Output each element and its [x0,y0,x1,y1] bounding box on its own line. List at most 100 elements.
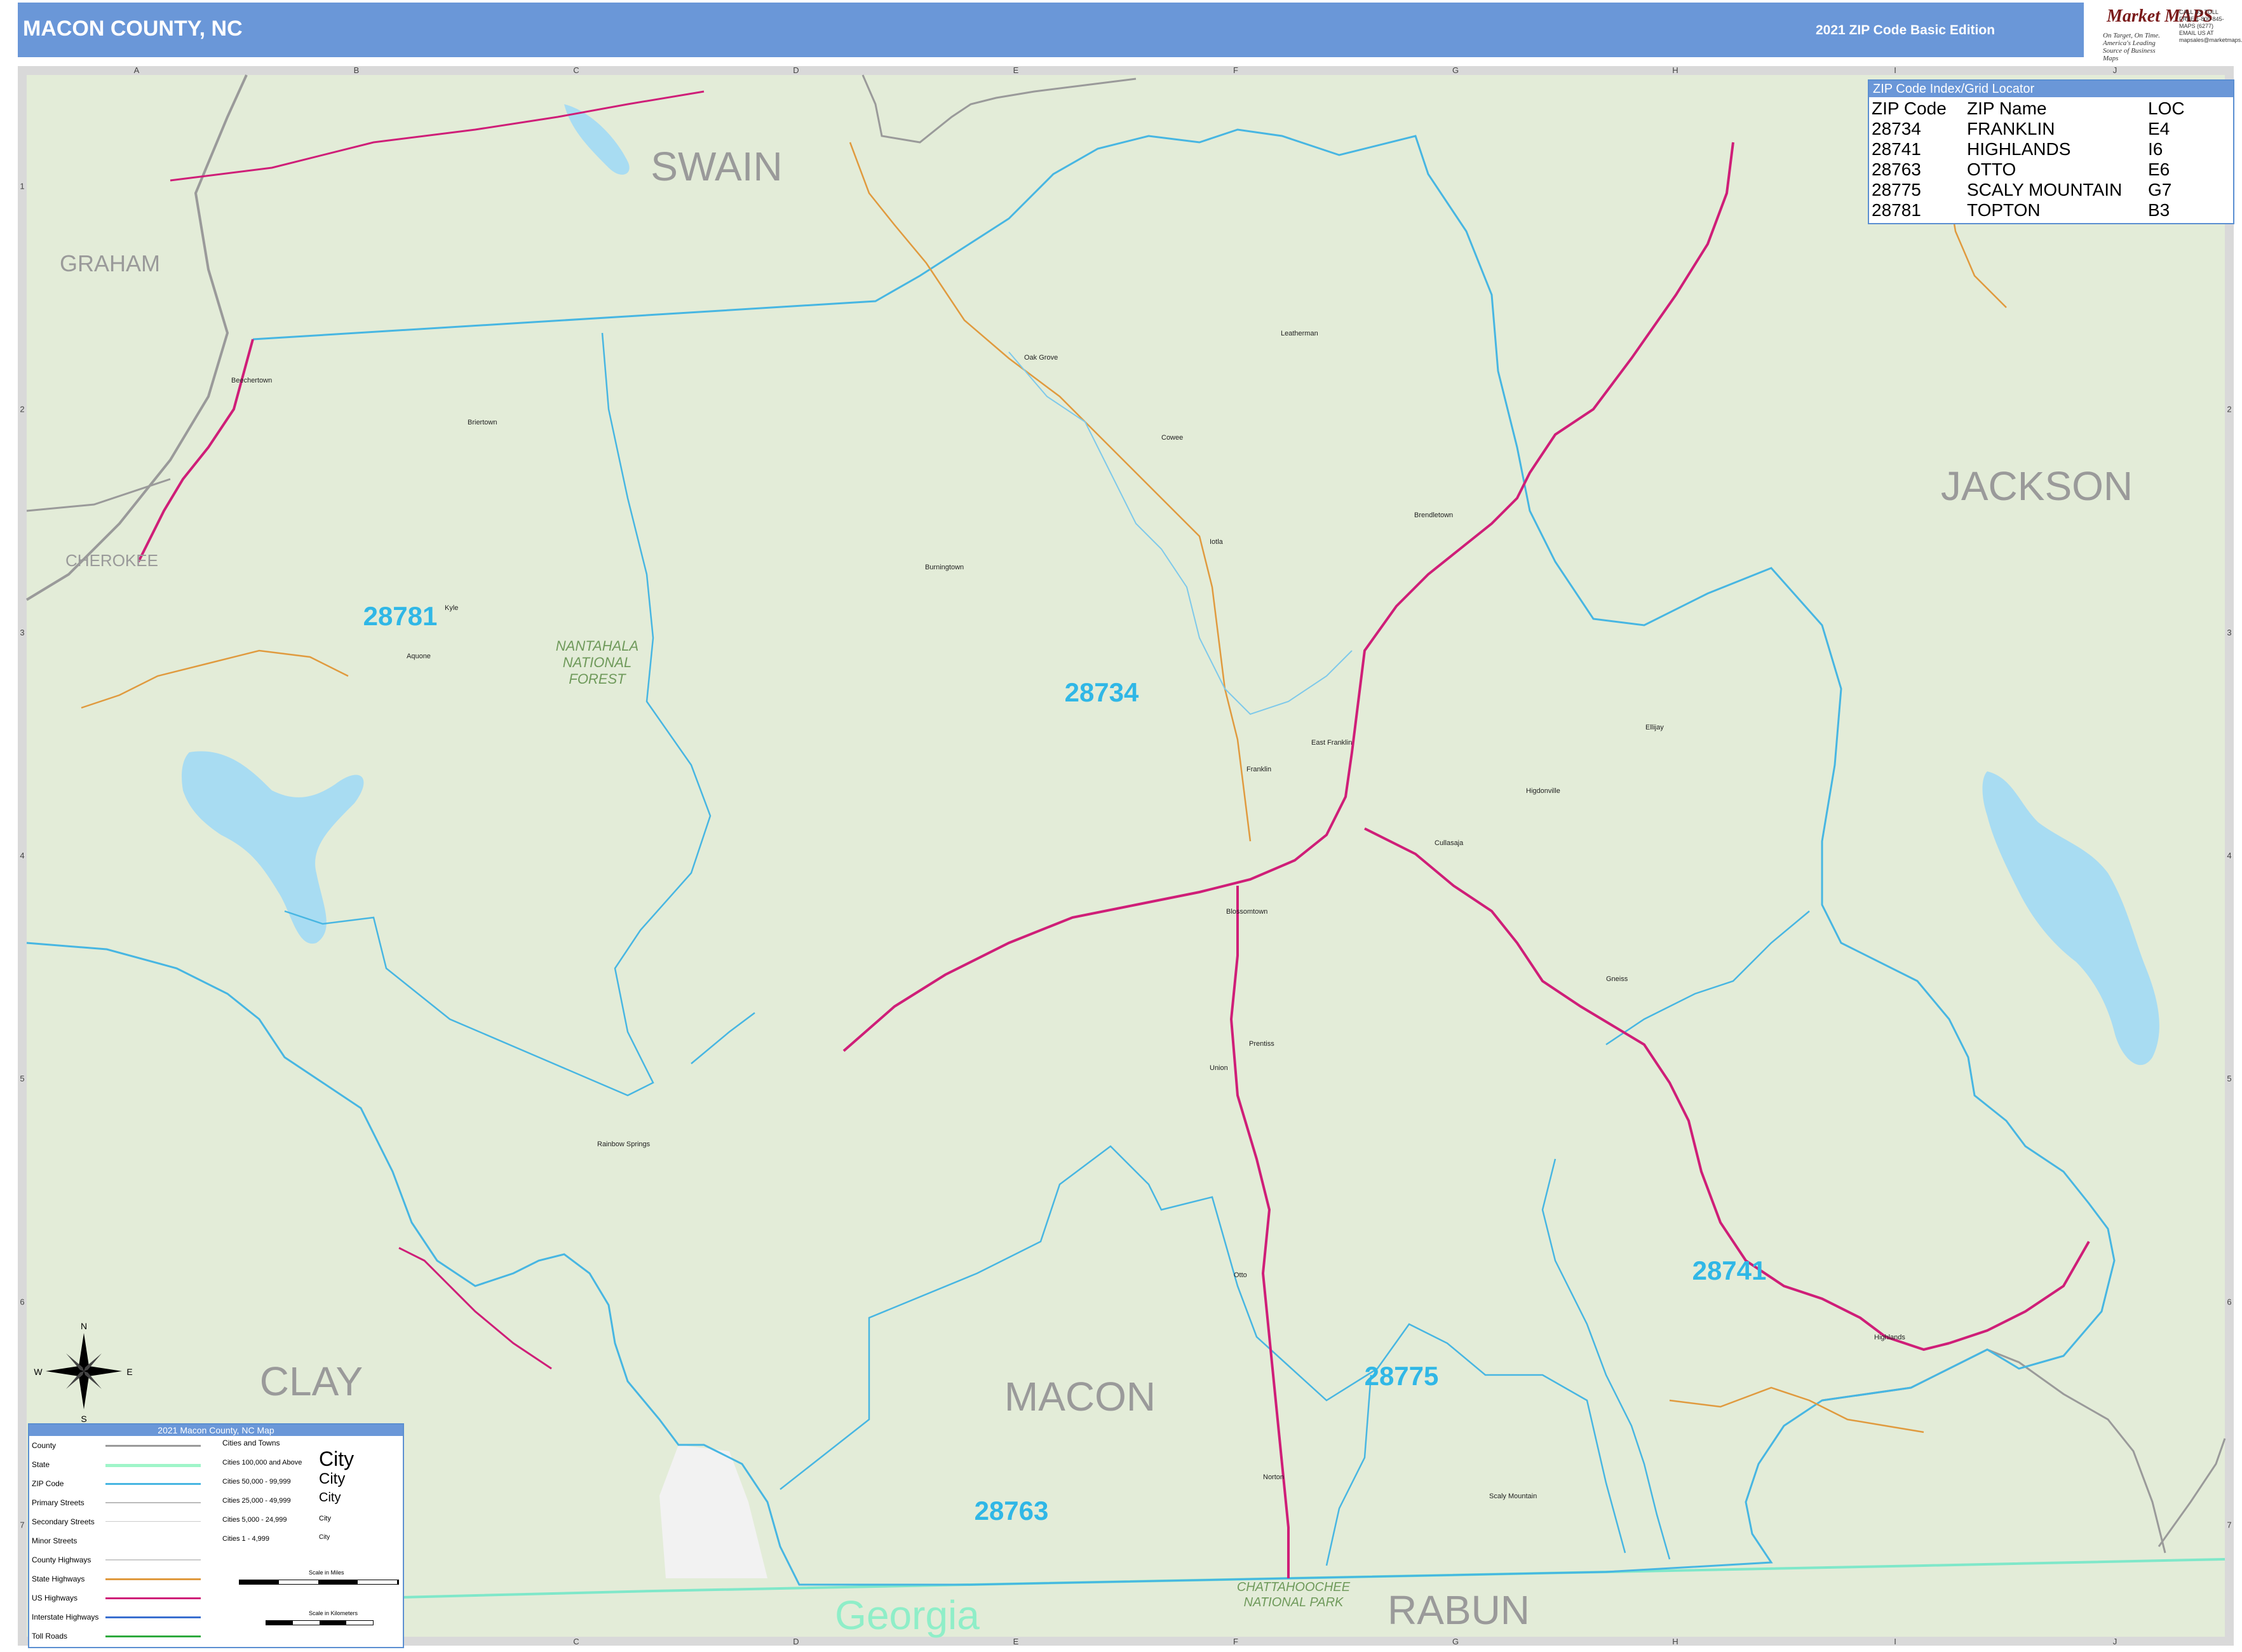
grid-left-numbers: 1 2 3 4 5 6 7 [20,182,24,1530]
legend-primary-line [105,1502,201,1503]
grid-row-label: 4 [2227,851,2231,860]
grid-row-label: 7 [20,1520,24,1529]
zip-index-header-name: ZIP Name [1967,98,2047,118]
zip-index-row[interactable]: 28763 OTTO E6 [1872,159,2224,180]
label-nantahala-2: NATIONAL [563,654,631,670]
legend-toll-line [105,1635,201,1637]
grid-row-label: 7 [2227,1520,2231,1529]
label-cherokee: CHEROKEE [65,551,158,570]
legend-state-hwy-line [105,1578,201,1580]
zip-label-28781: 28781 [363,601,438,631]
grid-row-label: 2 [2227,405,2231,414]
grid-col-label: G [1452,66,1459,75]
grid-col-label: E [1013,1637,1019,1646]
zip-index-name: SCALY MOUNTAIN [1967,180,2123,200]
legend-us-hwy: US Highways [32,1594,78,1602]
legend-county-line [105,1445,201,1447]
zip-index-header-loc: LOC [2148,98,2185,118]
map-canvas[interactable]: ABCDEFGHIJ ABCDEFGHIJ 1234567 1234567 SW… [18,66,2234,1646]
label-georgia: Georgia [835,1592,980,1638]
legend-minor: Minor Streets [32,1536,78,1545]
zip-label-28734: 28734 [1065,677,1139,707]
label-macon: MACON [1004,1374,1156,1419]
logo-tagline: On Target, On Time. America's Leading So… [2103,32,2160,62]
legend-city-50k: Cities 50,000 - 99,999 [222,1478,291,1486]
town-briertown: Briertown [468,419,497,426]
label-nantahala-3: FOREST [569,671,626,687]
zip-index-header-zip: ZIP Code [1872,98,1947,118]
zip-index-zip: 28763 [1872,159,1921,179]
zip-index-row[interactable]: 28781 TOPTON B3 [1872,200,2224,220]
town-higdonville: Higdonville [1526,787,1560,795]
map-edition: 2021 ZIP Code Basic Edition [1816,23,1996,37]
legend-interstate-line [105,1616,201,1618]
zip-index-row[interactable]: 28741 HIGHLANDS I6 [1872,139,2224,159]
compass-s: S [81,1414,86,1424]
map-title: MACON COUNTY, NC [23,17,243,41]
town-ellijay: Ellijay [1645,724,1664,731]
grid-col-label: D [793,1637,799,1646]
town-kyle: Kyle [445,604,458,612]
legend-city-sample-1: City [319,1447,355,1470]
compass-e: E [126,1367,132,1377]
legend-county: County [32,1441,57,1450]
zip-index-zip: 28775 [1872,180,1921,200]
town-rainbow-springs: Rainbow Springs [597,1141,651,1148]
legend-secondary-line [105,1521,201,1522]
zip-index-loc: E6 [2148,159,2170,179]
legend-secondary: Secondary Streets [32,1517,95,1526]
zip-index-zip: 28734 [1872,119,1921,139]
legend-city-sample-4: City [319,1515,331,1522]
legend-county-hwy-line [105,1559,201,1561]
grid-row-label: 2 [20,405,24,414]
legend-state: State [32,1460,50,1469]
grid-col-label: F [1233,1637,1238,1646]
grid-col-label: H [1672,1637,1678,1646]
legend-zip: ZIP Code [32,1479,64,1488]
legend-city-sample-2: City [319,1470,346,1487]
legend-us-hwy-line [105,1597,201,1599]
label-rabun: RABUN [1388,1587,1530,1633]
town-oak-grove: Oak Grove [1024,354,1058,362]
legend-cities-header: Cities and Towns [222,1439,280,1447]
zip-index-zip: 28781 [1872,200,1921,220]
town-highlands: Highlands [1874,1334,1905,1341]
legend-scale-km-bar [266,1620,374,1625]
label-clay: CLAY [260,1358,363,1404]
legend-primary: Primary Streets [32,1498,84,1507]
label-swain: SWAIN [651,144,782,189]
town-brendletown: Brendletown [1414,511,1453,519]
grid-col-label: E [1013,66,1019,75]
zip-index-row[interactable]: 28734 FRANKLIN E4 [1872,119,2224,139]
grid-bottom-letters: ABCDEFGHIJ [134,1637,2117,1646]
legend-state-line [105,1464,201,1467]
town-norton: Norton [1263,1473,1284,1481]
legend-toll: Toll Roads [32,1632,68,1641]
grid-col-label: I [1894,1637,1896,1646]
legend-city-sample-5: City [319,1534,330,1541]
town-gneiss: Gneiss [1606,975,1628,983]
grid-col-label: A [134,66,140,75]
town-cullasaja: Cullasaja [1435,839,1464,847]
grid-col-label: J [2113,1637,2117,1646]
zip-index-row[interactable]: 28775 SCALY MOUNTAIN G7 [1872,180,2224,200]
zip-index-table: ZIP Code Index/Grid Locator ZIP Code ZIP… [1868,79,2234,224]
header-bar: MACON COUNTY, NC 2021 ZIP Code Basic Edi… [18,3,2242,62]
legend-county-hwy: County Highways [32,1555,91,1564]
zip-index-zip: 28741 [1872,139,1921,159]
grid-top-letters: A B C D E F G H I J [134,66,2117,75]
grid-row-label: 6 [2227,1297,2231,1306]
compass-n: N [81,1321,87,1331]
legend-city-1: Cities 1 - 4,999 [222,1535,269,1543]
town-otto: Otto [1234,1271,1247,1279]
zip-index-loc: B3 [2148,200,2170,220]
zip-index-name: OTTO [1967,159,2016,179]
grid-row-label: 3 [20,628,24,637]
zip-index-name: FRANKLIN [1967,119,2055,139]
legend-scale-miles: Scale in Miles [309,1569,344,1576]
map-frame[interactable]: ABCDEFGHIJ ABCDEFGHIJ 1234567 1234567 SW… [18,66,2234,1646]
market-maps-logo[interactable]: Market MAPS On Target, On Time. America'… [2084,3,2242,62]
zip-index-name: TOPTON [1967,200,2041,220]
legend-city-sample-3: City [319,1491,341,1505]
grid-right-numbers: 1234567 [2227,182,2231,1530]
